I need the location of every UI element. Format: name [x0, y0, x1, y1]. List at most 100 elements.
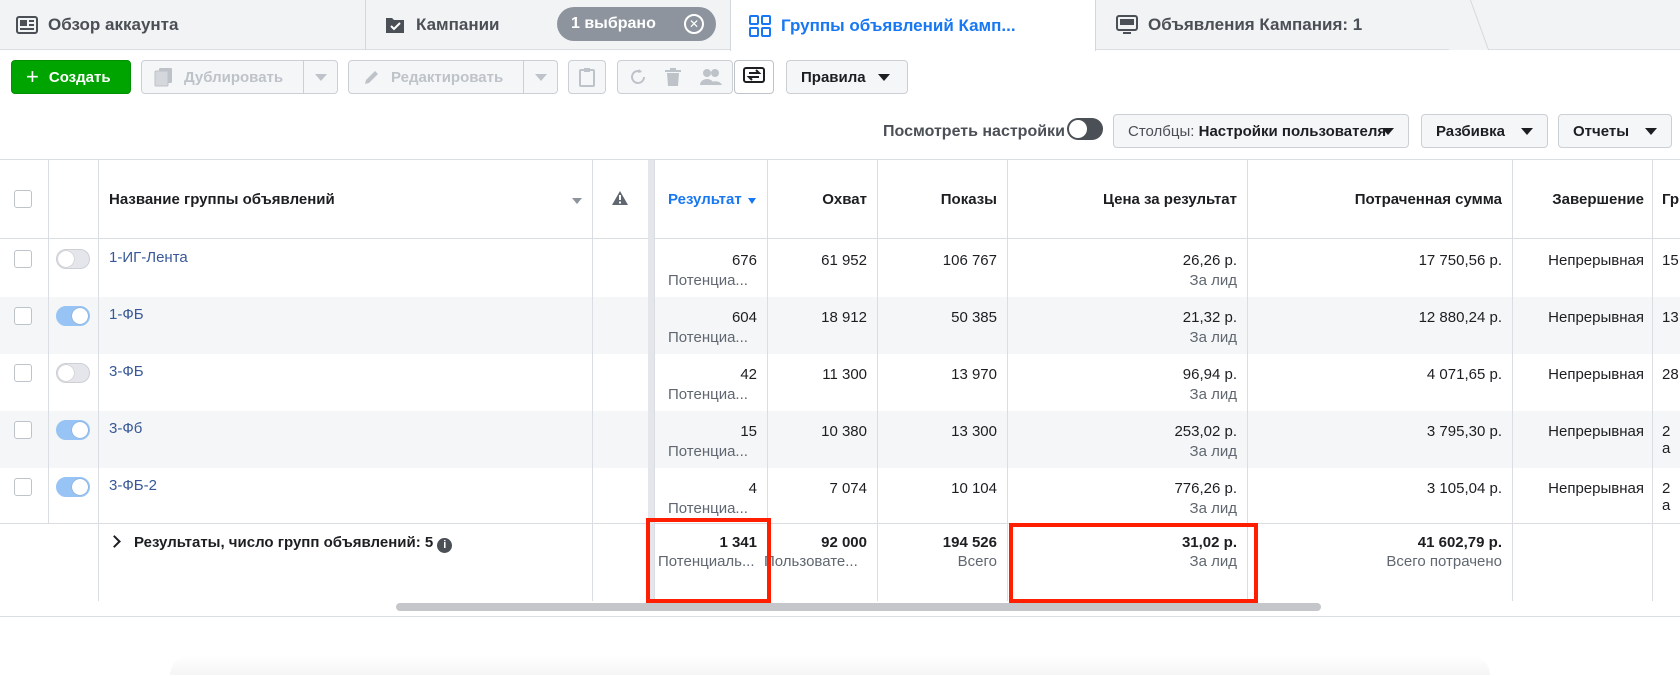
- chevron-right-icon[interactable]: [108, 535, 121, 548]
- adsets-table: Название группы объявлений Результат Охв…: [0, 159, 1680, 611]
- table-row[interactable]: 3-Фб 15 Потенциа... 10 380 13 300 253,02…: [0, 411, 1680, 468]
- cpr-type: За лид: [1189, 500, 1237, 517]
- row-checkbox[interactable]: [14, 478, 32, 496]
- adset-name-link[interactable]: 3-ФБ: [109, 363, 144, 380]
- horizontal-scrollbar[interactable]: [396, 603, 1321, 611]
- clipboard-button[interactable]: [568, 60, 606, 94]
- summary-title-text: Результаты, число групп объявлений: 5: [134, 534, 434, 551]
- chevron-down-icon[interactable]: [572, 198, 582, 204]
- col-ends[interactable]: Завершение: [1552, 191, 1644, 208]
- table-row[interactable]: 3-ФБ-2 4 Потенциа... 7 074 10 104 776,26…: [0, 468, 1680, 525]
- spent-value: 3 105,04 р.: [1426, 480, 1502, 497]
- adset-name-link[interactable]: 1-ФБ: [109, 306, 144, 323]
- status-toggle[interactable]: [56, 363, 90, 383]
- tab-adsets[interactable]: Группы объявлений Камп...: [730, 0, 1096, 51]
- edit-button[interactable]: Редактировать: [348, 60, 558, 94]
- tab-account-overview[interactable]: Обзор аккаунта: [0, 0, 365, 50]
- spent-value: 17 750,56 р.: [1418, 252, 1502, 269]
- trash-icon: [665, 68, 681, 86]
- edit-dropdown[interactable]: [523, 61, 557, 93]
- column-divider: [1652, 160, 1653, 601]
- edit-label: Редактировать: [391, 68, 504, 86]
- row-checkbox[interactable]: [14, 421, 32, 439]
- chevron-down-icon: [1382, 128, 1394, 135]
- breakdown-label: Разбивка: [1436, 122, 1505, 140]
- create-button[interactable]: + Создать: [11, 60, 131, 94]
- col-schedule[interactable]: Гр: [1662, 191, 1679, 208]
- column-divider: [98, 160, 99, 601]
- reach-value: 10 380: [821, 423, 867, 440]
- col-results[interactable]: Результат: [668, 191, 758, 209]
- adset-name-link[interactable]: 3-Фб: [109, 420, 142, 437]
- schedule-value: 2 а: [1662, 423, 1671, 457]
- results-type: Потенциа...: [668, 443, 748, 460]
- results-type: Потенциа...: [668, 500, 748, 517]
- status-toggle[interactable]: [56, 420, 90, 440]
- adset-name-link[interactable]: 1-ИГ-Лента: [109, 249, 188, 266]
- breakdown-dropdown[interactable]: Разбивка: [1421, 114, 1548, 148]
- col-reach[interactable]: Охват: [822, 191, 867, 208]
- status-toggle[interactable]: [56, 249, 90, 269]
- summary-title: Результаты, число групп объявлений: 5i: [134, 534, 453, 553]
- columns-dropdown[interactable]: Столбцы: Настройки пользователя: [1113, 114, 1409, 148]
- reach-value: 7 074: [829, 480, 867, 497]
- toolbar: + Создать Дублировать Редактировать Прав…: [0, 50, 1680, 106]
- campaigns-checkbox-icon: [386, 18, 404, 33]
- ends-value: Непрерывная: [1548, 423, 1644, 440]
- sort-desc-icon[interactable]: [748, 198, 756, 204]
- col-amount-spent[interactable]: Потраченная сумма: [1355, 191, 1502, 208]
- cpr-value: 253,02 р.: [1174, 423, 1237, 440]
- create-label: Создать: [48, 68, 111, 86]
- cpr-value: 26,26 р.: [1182, 252, 1237, 269]
- status-toggle[interactable]: [56, 477, 90, 497]
- chevron-down-icon: [314, 73, 327, 81]
- col-cost-per-result[interactable]: Цена за результат: [1103, 191, 1237, 208]
- reach-value: 18 912: [821, 309, 867, 326]
- impressions-value: 10 104: [951, 480, 997, 497]
- table-row[interactable]: 1-ФБ 604 Потенциа... 18 912 50 385 21,32…: [0, 297, 1680, 354]
- row-checkbox[interactable]: [14, 364, 32, 382]
- select-all-checkbox[interactable]: [14, 190, 32, 208]
- table-row[interactable]: 1-ИГ-Лента 676 Потенциа... 61 952 106 76…: [0, 240, 1680, 297]
- results-value: 42: [740, 366, 757, 383]
- refresh-button[interactable]: [628, 67, 648, 91]
- close-icon[interactable]: ✕: [684, 14, 704, 34]
- column-divider: [1007, 160, 1008, 601]
- export-button[interactable]: [734, 60, 774, 94]
- delete-button[interactable]: [664, 67, 682, 91]
- view-settings-label: Посмотреть настройки: [883, 123, 1065, 140]
- results-value: 15: [740, 423, 757, 440]
- people-icon: [700, 69, 722, 85]
- duplicate-button[interactable]: Дублировать: [141, 60, 338, 94]
- view-settings-toggle[interactable]: [1067, 118, 1103, 140]
- col-impressions[interactable]: Показы: [941, 191, 997, 208]
- info-icon[interactable]: i: [437, 538, 453, 553]
- ends-value: Непрерывная: [1548, 252, 1644, 269]
- rules-label: Правила: [801, 68, 866, 86]
- reach-value: 11 300: [822, 366, 867, 383]
- schedule-value: 15: [1662, 252, 1679, 269]
- people-button[interactable]: [700, 67, 722, 91]
- row-checkbox[interactable]: [14, 250, 32, 268]
- reports-dropdown[interactable]: Отчеты: [1558, 114, 1672, 148]
- summary-spent: 41 602,79 р.: [1417, 534, 1502, 551]
- columns-value: Настройки пользователя: [1198, 122, 1387, 140]
- adset-name-link[interactable]: 3-ФБ-2: [109, 477, 157, 494]
- highlight-results-total: [646, 518, 771, 603]
- columns-prefix: Столбцы:: [1128, 122, 1195, 140]
- status-toggle[interactable]: [56, 306, 90, 326]
- row-checkbox[interactable]: [14, 307, 32, 325]
- ends-value: Непрерывная: [1548, 309, 1644, 326]
- col-name[interactable]: Название группы объявлений: [109, 191, 335, 208]
- tab-ads[interactable]: Объявления Кампания: 1: [1096, 0, 1474, 50]
- table-row[interactable]: 3-ФБ 42 Потенциа... 11 300 13 970 96,94 …: [0, 354, 1680, 411]
- selected-count-pill[interactable]: 1 выбрано ✕: [557, 7, 716, 41]
- results-value: 604: [731, 309, 757, 326]
- warning-icon[interactable]: [611, 190, 629, 206]
- ends-value: Непрерывная: [1548, 366, 1644, 383]
- rules-button[interactable]: Правила: [786, 60, 908, 94]
- cpr-type: За лид: [1189, 329, 1237, 346]
- duplicate-dropdown[interactable]: [303, 61, 337, 93]
- summary-impressions-type: Всего: [957, 553, 997, 570]
- chevron-down-icon: [877, 73, 890, 81]
